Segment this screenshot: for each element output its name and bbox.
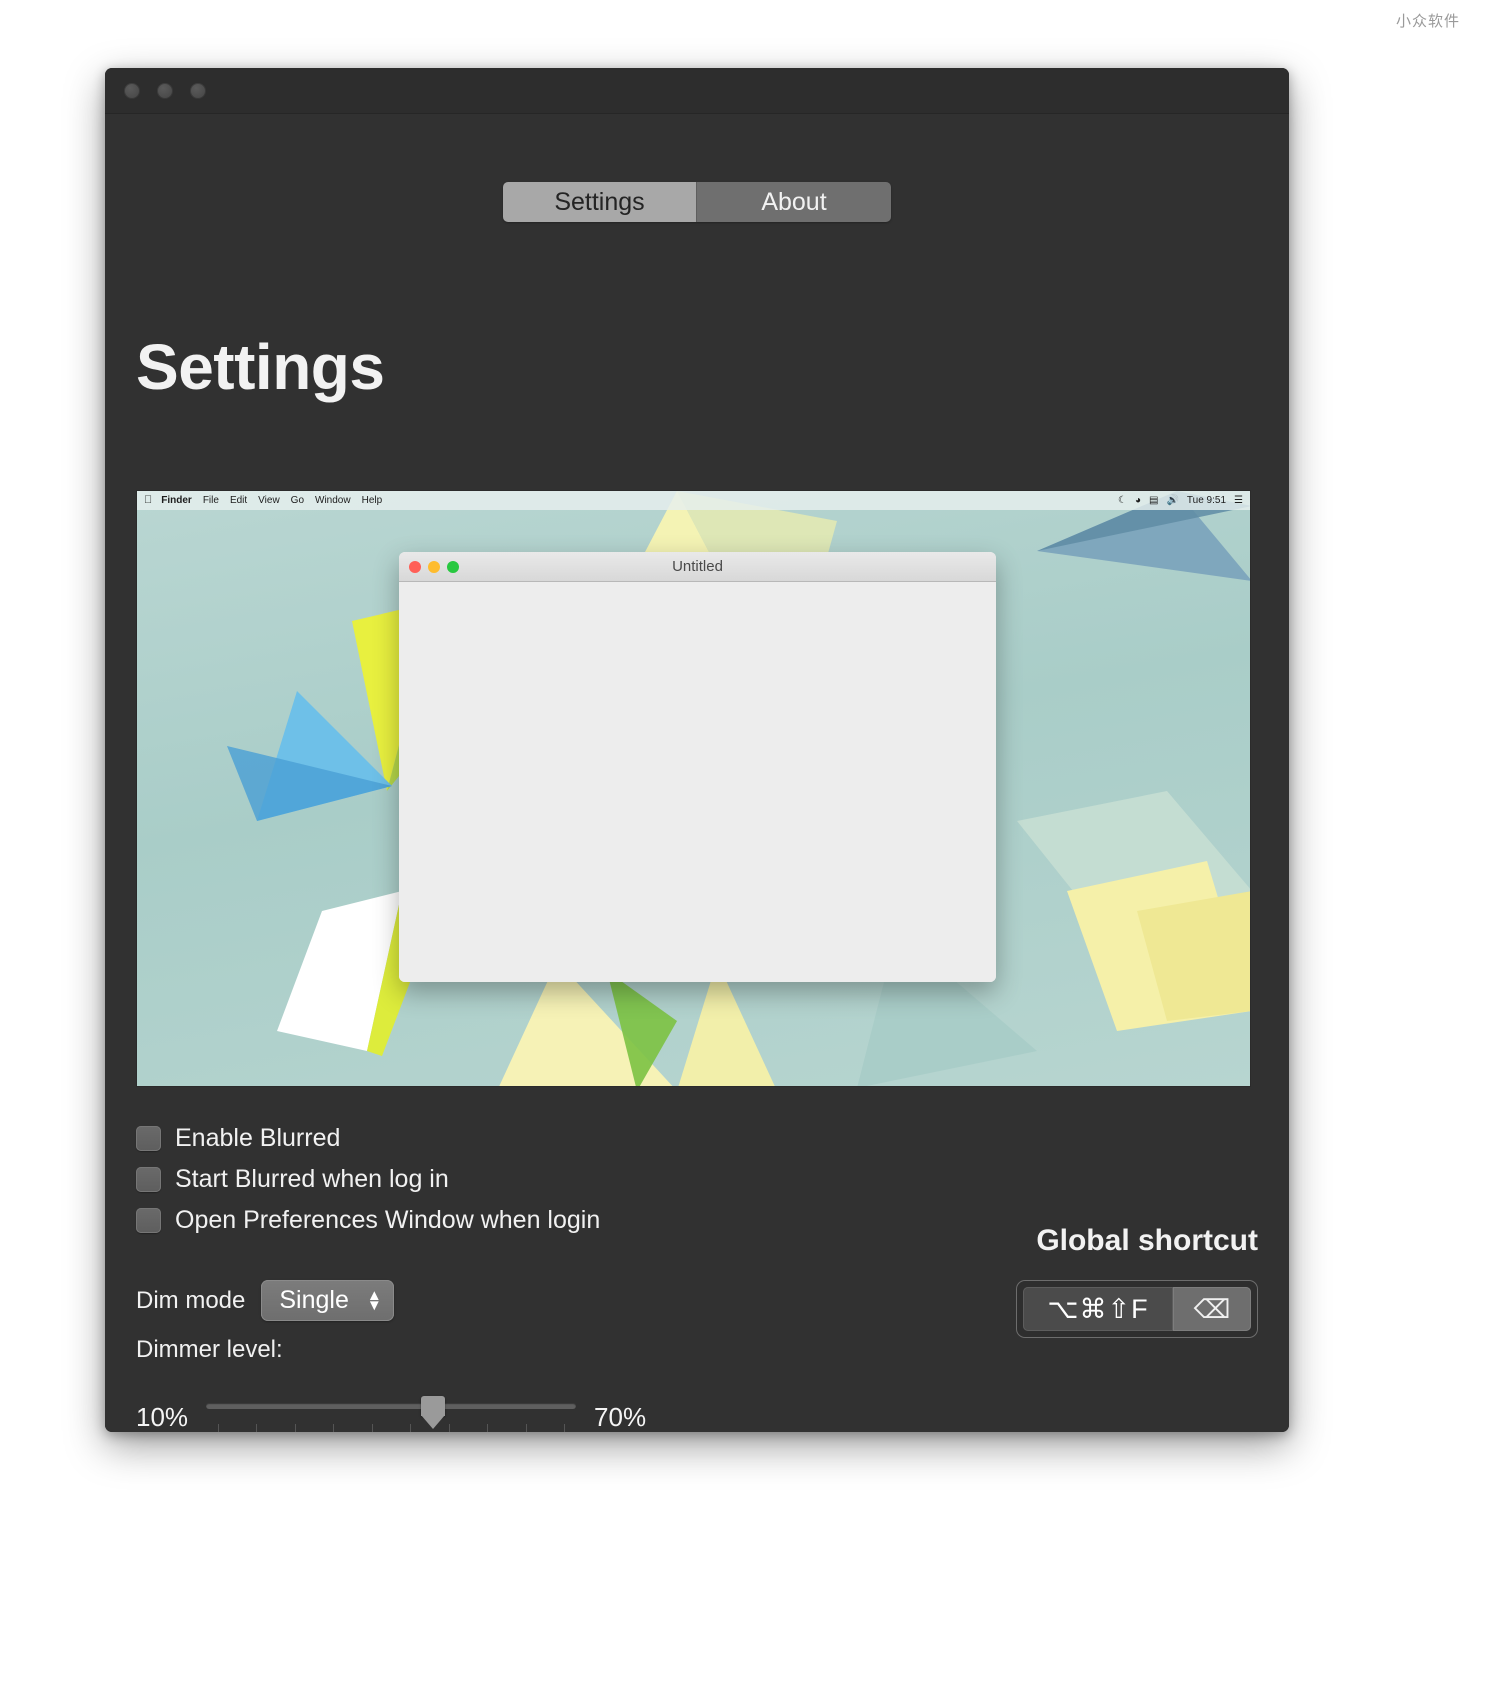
slider-tick: [487, 1424, 489, 1432]
menu-edit[interactable]: Edit: [230, 495, 247, 506]
slider-tick: [256, 1424, 258, 1432]
checkbox-label-start-blurred: Start Blurred when log in: [175, 1165, 449, 1193]
checkbox-row-start-blurred[interactable]: Start Blurred when log in: [136, 1165, 600, 1194]
slider-track[interactable]: [206, 1403, 577, 1409]
checkbox-label-open-preferences: Open Preferences Window when login: [175, 1206, 601, 1234]
slider-tick: [333, 1424, 335, 1432]
dim-mode-value: Single: [279, 1286, 349, 1314]
tab-settings[interactable]: Settings: [503, 182, 697, 222]
window-content: Settings About Settings Finder File Edit…: [105, 114, 1289, 1432]
watermark: 小众软件: [1395, 13, 1460, 30]
battery-icon[interactable]: ▤: [1149, 495, 1158, 506]
dimmer-slider[interactable]: [206, 1394, 577, 1432]
preview-menubar:  Finder File Edit View Go Window Help ☾…: [137, 491, 1250, 510]
global-shortcut-title: Global shortcut: [1036, 1224, 1258, 1257]
inner-window-body: [399, 582, 996, 982]
dimmer-level-label: Dimmer level:: [136, 1336, 283, 1363]
dim-mode-label: Dim mode: [136, 1286, 246, 1314]
control-center-icon[interactable]: ☰: [1234, 495, 1243, 506]
inner-traffic-lights: [409, 561, 459, 573]
menu-file[interactable]: File: [203, 495, 219, 506]
options-list: Enable Blurred Start Blurred when log in…: [136, 1124, 600, 1247]
dimmer-slider-row: 10% 70%: [136, 1394, 646, 1432]
menu-window[interactable]: Window: [315, 495, 351, 506]
menu-view[interactable]: View: [258, 495, 280, 506]
slider-min-label: 10%: [136, 1401, 189, 1432]
slider-ticks: [206, 1424, 576, 1432]
inner-window-titlebar: Untitled: [399, 552, 996, 582]
menu-go[interactable]: Go: [291, 495, 304, 506]
inner-minimize-icon[interactable]: [428, 561, 440, 573]
checkbox-start-blurred[interactable]: [136, 1167, 161, 1192]
slider-tick: [218, 1424, 220, 1432]
dim-mode-row: Dim mode Single ▲ ▼: [136, 1280, 394, 1321]
slider-tick: [371, 1424, 373, 1432]
global-shortcut-recorder[interactable]: ⌥⌘⇧F ⌫: [1016, 1280, 1258, 1338]
checkbox-enable-blurred[interactable]: [136, 1126, 161, 1151]
slider-thumb[interactable]: [420, 1396, 445, 1429]
bluetooth-icon[interactable]: ☾: [1118, 495, 1127, 506]
inner-close-icon[interactable]: [409, 561, 421, 573]
preview-inner-window: Untitled: [399, 552, 996, 982]
clear-shortcut-button[interactable]: ⌫: [1173, 1287, 1251, 1331]
chevron-up-down-icon: ▲ ▼: [366, 1287, 382, 1314]
window-titlebar: [105, 68, 1289, 114]
slider-max-label: 70%: [594, 1401, 647, 1432]
tab-about[interactable]: About: [697, 182, 891, 222]
traffic-lights: [124, 83, 206, 99]
close-button-icon[interactable]: [124, 83, 140, 99]
checkbox-row-enable-blurred[interactable]: Enable Blurred: [136, 1124, 600, 1153]
tab-about-label: About: [761, 187, 827, 216]
wifi-icon[interactable]: ◕: [1135, 495, 1141, 506]
apple-logo-icon: : [144, 495, 152, 506]
menu-finder[interactable]: Finder: [161, 495, 192, 506]
tab-settings-label: Settings: [554, 187, 645, 216]
inner-window-title: Untitled: [672, 558, 723, 575]
slider-tick: [410, 1424, 412, 1432]
zoom-button-icon[interactable]: [190, 83, 206, 99]
menubar-clock[interactable]: Tue 9:51: [1187, 495, 1226, 506]
dim-mode-select[interactable]: Single ▲ ▼: [261, 1280, 394, 1321]
screenshot-root: 小众软件 Settings About Settings Finder File…: [0, 0, 1488, 1682]
checkbox-row-open-preferences[interactable]: Open Preferences Window when login: [136, 1206, 600, 1235]
minimize-button-icon[interactable]: [157, 83, 173, 99]
page-title: Settings: [136, 331, 385, 403]
inner-zoom-icon[interactable]: [447, 561, 459, 573]
menu-help[interactable]: Help: [362, 495, 383, 506]
slider-tick: [564, 1424, 566, 1432]
shortcut-keys-display[interactable]: ⌥⌘⇧F: [1023, 1287, 1173, 1331]
slider-tick: [525, 1424, 527, 1432]
checkbox-label-enable-blurred: Enable Blurred: [175, 1124, 341, 1152]
volume-icon[interactable]: 🔊: [1166, 495, 1178, 506]
checkbox-open-preferences[interactable]: [136, 1208, 161, 1233]
app-window: Settings About Settings Finder File Edit…: [105, 68, 1289, 1432]
slider-tick: [294, 1424, 296, 1432]
desktop-preview:  Finder File Edit View Go Window Help ☾…: [136, 490, 1251, 1087]
slider-tick: [448, 1424, 450, 1432]
tab-bar: Settings About: [503, 182, 891, 222]
